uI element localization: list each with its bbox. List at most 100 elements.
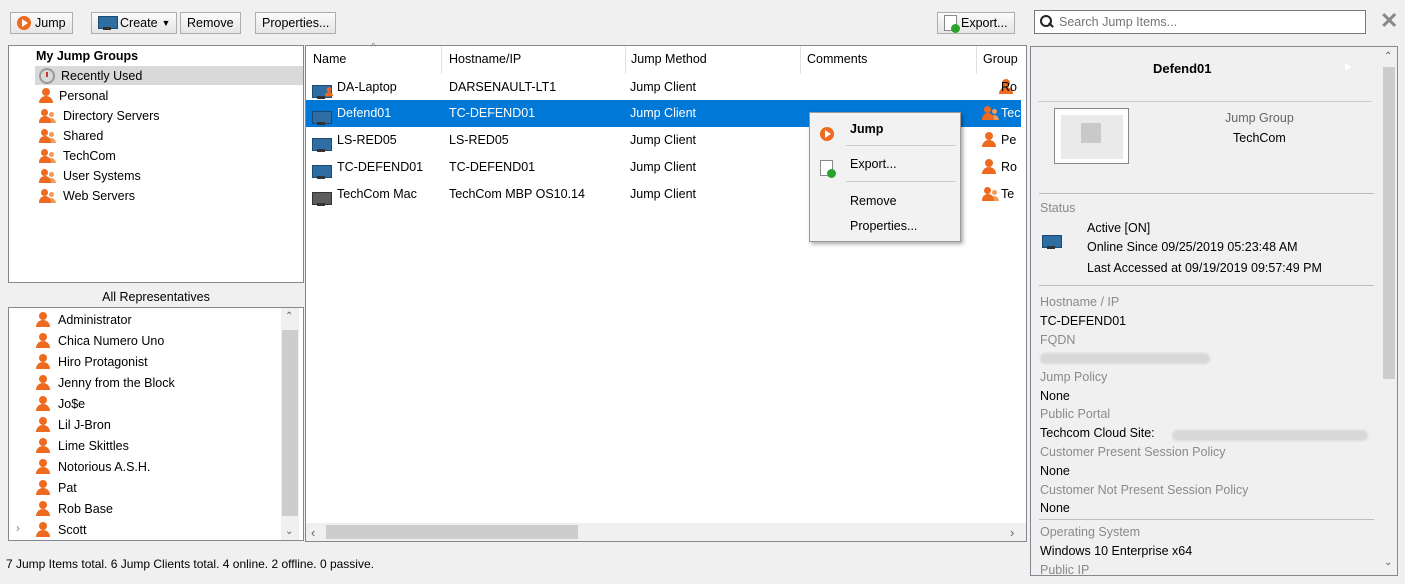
rep-item[interactable]: Notorious A.S.H. <box>36 456 150 477</box>
rep-item[interactable]: Rob Base <box>36 498 113 519</box>
export-icon <box>820 160 836 178</box>
export-button-label: Export... <box>961 16 1008 30</box>
person-icon <box>36 395 50 412</box>
column-header-group[interactable]: Group <box>983 52 1018 66</box>
group-item-label: Shared <box>63 129 104 143</box>
screenshot-thumbnail <box>1054 108 1129 164</box>
rep-item[interactable]: Hiro Protagonist <box>36 351 148 372</box>
chevron-down-icon: ▼ <box>161 18 171 28</box>
representatives-title: All Representatives <box>102 290 210 304</box>
jump-policy-value: None <box>1040 389 1070 403</box>
scroll-down-icon[interactable]: ⌄ <box>1384 557 1392 568</box>
context-menu-export[interactable]: Export... <box>810 152 960 178</box>
status-bar: 7 Jump Items total. 6 Jump Clients total… <box>6 557 374 571</box>
scroll-right-icon[interactable]: › <box>1010 525 1014 540</box>
scroll-thumb[interactable] <box>282 330 298 516</box>
row-host: DARSENAULT-LT1 <box>449 80 557 94</box>
column-separator[interactable] <box>441 46 442 74</box>
jump-button-label: Jump <box>35 16 66 30</box>
group-icon <box>39 108 57 124</box>
customer-not-present-label: Customer Not Present Session Policy <box>1040 483 1249 497</box>
scroll-thumb[interactable] <box>326 525 578 539</box>
person-icon <box>36 374 50 391</box>
jump-button[interactable]: Jump <box>10 12 73 34</box>
rep-item[interactable]: Jo$e <box>36 393 85 414</box>
row-name: Defend01 <box>337 106 392 120</box>
rep-item[interactable]: Jenny from the Block <box>36 372 175 393</box>
person-icon <box>36 500 50 517</box>
divider <box>1039 193 1374 194</box>
rep-item[interactable]: Scott <box>36 519 87 540</box>
table-horizontal-scrollbar[interactable]: ‹ › <box>306 523 1026 541</box>
column-header-hostname[interactable]: Hostname/IP <box>449 52 521 66</box>
column-header-comments[interactable]: Comments <box>807 52 867 66</box>
rep-name: Rob Base <box>58 501 113 516</box>
details-scrollbar[interactable]: ⌃ ⌄ <box>1381 47 1397 575</box>
group-item-label: Web Servers <box>63 189 136 203</box>
create-button[interactable]: Create ▼ <box>91 12 178 34</box>
table-row[interactable]: DA-Laptop DARSENAULT-LT1 Jump Client Ro <box>306 74 1021 101</box>
scroll-up-icon[interactable]: ⌃ <box>285 311 293 322</box>
properties-button[interactable]: Properties... <box>255 12 337 34</box>
details-header <box>1038 52 1372 102</box>
group-item-web-servers[interactable]: Web Servers <box>39 186 135 206</box>
column-header-name[interactable]: Name <box>313 52 346 66</box>
sort-ascending-icon: ^ <box>371 42 376 53</box>
row-method: Jump Client <box>630 106 696 120</box>
scroll-thumb[interactable] <box>1383 67 1395 379</box>
rep-item[interactable]: Lime Skittles <box>36 435 129 456</box>
public-portal-label: Public Portal <box>1040 407 1111 421</box>
scroll-down-icon[interactable]: ⌄ <box>285 526 293 537</box>
remove-button[interactable]: Remove <box>180 12 241 34</box>
group-icon <box>39 148 57 164</box>
representatives-scrollbar[interactable]: ⌃ ⌄ <box>281 308 299 540</box>
person-icon <box>36 332 50 349</box>
person-icon <box>36 353 50 370</box>
group-item-user-systems[interactable]: User Systems <box>39 166 141 186</box>
column-separator[interactable] <box>625 46 626 74</box>
group-item-recently-used[interactable]: Recently Used <box>39 66 142 86</box>
person-icon <box>36 479 50 496</box>
group-item-directory-servers[interactable]: Directory Servers <box>39 106 160 126</box>
rep-item[interactable]: Administrator <box>36 309 132 330</box>
group-item-personal[interactable]: Personal <box>39 86 108 106</box>
row-method: Jump Client <box>630 133 696 147</box>
row-method: Jump Client <box>630 187 696 201</box>
context-menu-jump[interactable]: Jump <box>810 117 960 141</box>
column-header-jump-method[interactable]: Jump Method <box>631 52 707 66</box>
public-portal-value: Techcom Cloud Site: <box>1040 426 1155 440</box>
row-host: TC-DEFEND01 <box>449 106 536 120</box>
person-icon <box>982 159 996 175</box>
scroll-up-icon[interactable]: ⌃ <box>1384 51 1392 62</box>
group-item-label: TechCom <box>63 149 116 163</box>
group-item-label: Personal <box>59 89 109 103</box>
context-menu-remove-label: Remove <box>850 194 897 208</box>
rep-item[interactable]: Lil J-Bron <box>36 414 111 435</box>
group-icon <box>39 168 57 184</box>
group-item-techcom[interactable]: TechCom <box>39 146 116 166</box>
rep-item[interactable]: Chica Numero Uno <box>36 330 164 351</box>
search-input[interactable] <box>1059 15 1365 29</box>
rep-name: Jo$e <box>58 396 86 411</box>
rep-item[interactable]: Pat <box>36 477 77 498</box>
column-separator[interactable] <box>976 46 977 74</box>
person-icon <box>36 416 50 433</box>
column-separator[interactable] <box>800 46 801 74</box>
search-icon[interactable] <box>1039 14 1055 30</box>
group-item-shared[interactable]: Shared <box>39 126 103 146</box>
fqdn-label: FQDN <box>1040 333 1076 347</box>
context-menu-properties[interactable]: Properties... <box>810 214 960 238</box>
rep-name: Chica Numero Uno <box>58 333 165 348</box>
jump-group-value: TechCom <box>1233 131 1286 145</box>
person-icon <box>36 458 50 475</box>
export-button[interactable]: Export... <box>937 12 1015 34</box>
row-host: TechCom MBP OS10.14 <box>449 187 585 201</box>
clear-search-icon[interactable]: ✕ <box>1380 10 1398 32</box>
status-label: Status <box>1040 201 1076 215</box>
scroll-left-icon[interactable]: ‹ <box>311 525 315 540</box>
divider <box>1039 285 1374 286</box>
customer-present-value: None <box>1040 464 1070 478</box>
expand-icon[interactable]: › <box>16 521 20 535</box>
row-method: Jump Client <box>630 80 696 94</box>
context-menu-remove[interactable]: Remove <box>810 189 960 213</box>
